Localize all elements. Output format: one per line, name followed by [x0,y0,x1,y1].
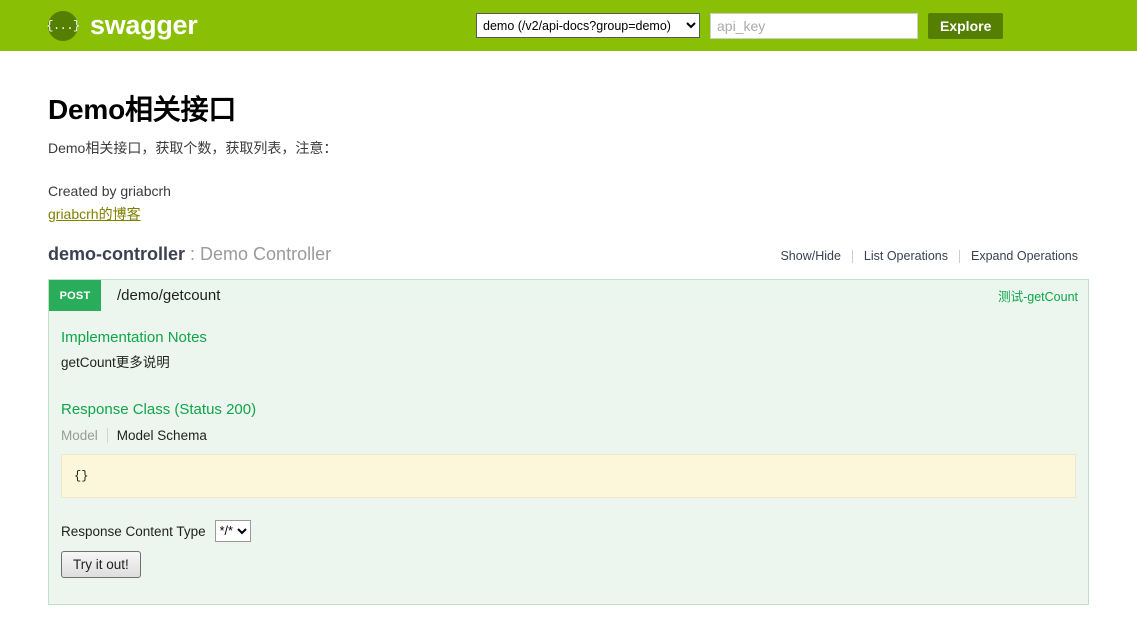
operation-header[interactable]: POST /demo/getcount 测试-getCount [49,280,1088,311]
resource-description: Demo Controller [200,244,332,264]
swagger-wordmark: swagger [90,10,198,40]
api-key-input[interactable] [710,13,918,39]
resource-separator: : [190,244,196,264]
page-title: Demo相关接口 [48,94,237,125]
implementation-notes-title: Implementation Notes [61,329,207,346]
model-schema-box[interactable]: {} [61,454,1076,498]
resource-heading: demo-controller : Demo Controller Show/H… [48,244,1089,268]
operation-getcount: POST /demo/getcount 测试-getCount Implemen… [48,279,1089,605]
tab-model[interactable]: Model [61,428,107,443]
response-class-title: Response Class (Status 200) [61,401,257,418]
spec-selector[interactable]: demo (/v2/api-docs?group=demo) [476,13,700,38]
created-by-text: Created by griabcrh [48,183,171,199]
operation-body: Implementation Notes getCount更多说明 Respon… [49,311,1088,604]
try-it-out-button[interactable]: Try it out! [61,551,141,578]
operation-path[interactable]: /demo/getcount [117,287,220,304]
list-operations-link[interactable]: List Operations [853,249,959,263]
model-tabs: Model Model Schema [61,428,1076,443]
resource-options: Show/Hide List Operations Expand Operati… [769,249,1089,263]
show-hide-link[interactable]: Show/Hide [769,249,851,263]
resource-name[interactable]: demo-controller [48,244,185,265]
swagger-logo[interactable]: {...} swagger [46,10,198,41]
response-content-type-label: Response Content Type [61,523,206,539]
response-content-type-select[interactable]: */* [214,520,251,542]
page-description: Demo相关接口，获取个数，获取列表，注意： [48,140,338,156]
swagger-braces-icon: {...} [46,10,80,41]
expand-operations-link[interactable]: Expand Operations [960,249,1089,263]
implementation-notes-text: getCount更多说明 [61,355,170,370]
spec-selector-wrapper: demo (/v2/api-docs?group=demo) [476,13,700,38]
operation-summary[interactable]: 测试-getCount [998,286,1078,305]
author-blog-link[interactable]: griabcrh的博客 [48,204,141,224]
main-content: Demo相关接口 Demo相关接口，获取个数，获取列表，注意： Created … [0,51,1137,625]
swagger-topbar: {...} swagger demo (/v2/api-docs?group=d… [0,0,1137,51]
http-method-badge: POST [49,280,101,311]
explore-button[interactable]: Explore [928,13,1004,39]
tab-model-schema[interactable]: Model Schema [108,428,207,443]
response-content-type-row: Response Content Type */* [61,520,1076,542]
